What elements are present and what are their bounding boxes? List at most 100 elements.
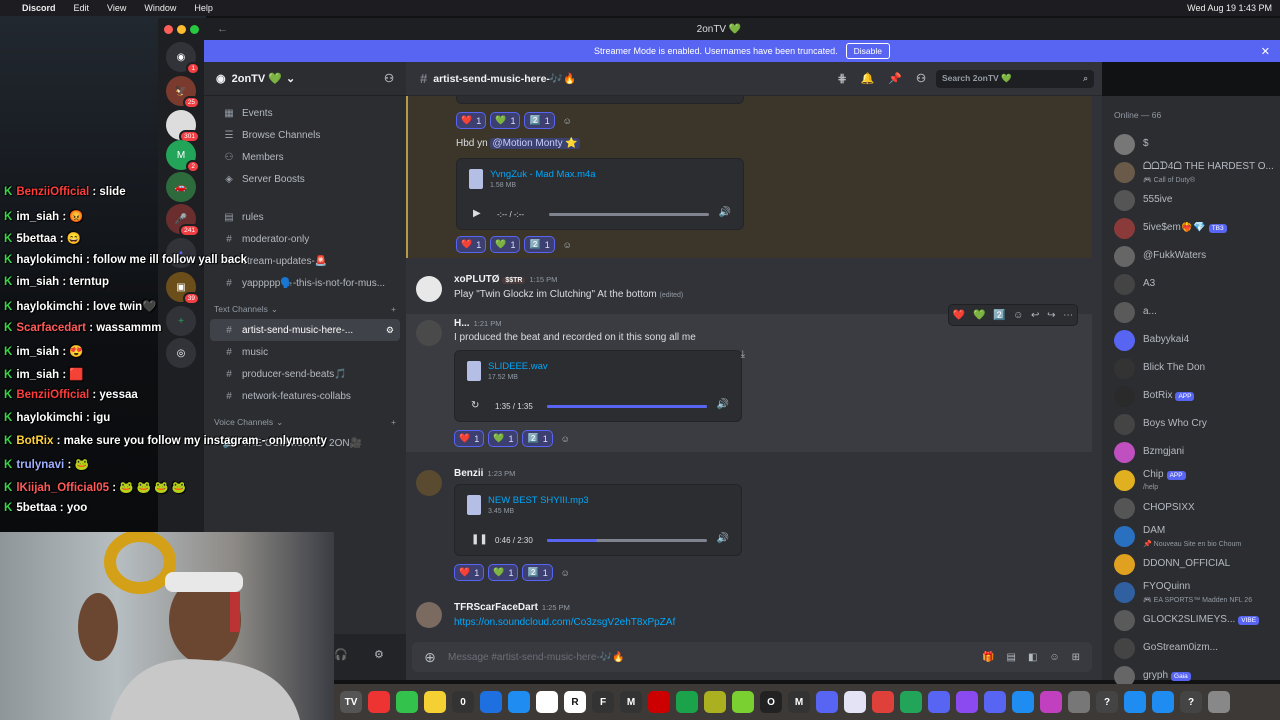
message-input[interactable]: ⊕ Message #artist-send-music-here-🎶🔥 🎁 ▤… xyxy=(412,642,1092,672)
volume-icon[interactable]: 🔊 xyxy=(717,399,729,410)
dock-app-icon[interactable] xyxy=(1012,691,1034,713)
user-mention[interactable]: @Motion Monty ⭐ xyxy=(490,138,580,149)
nav-events[interactable]: ▦ Events xyxy=(210,102,400,124)
play-icon[interactable]: ▶ xyxy=(473,208,481,219)
add-reaction-icon[interactable]: ☺ xyxy=(559,112,576,129)
avatar[interactable] xyxy=(416,602,442,628)
dock-app-icon[interactable] xyxy=(1208,691,1230,713)
dock-app-icon[interactable]: F xyxy=(592,691,614,713)
dock-app-icon[interactable]: M xyxy=(788,691,810,713)
volume-icon[interactable]: 🔊 xyxy=(717,533,729,544)
dock-app-icon[interactable]: R xyxy=(564,691,586,713)
nav-browse-channels[interactable]: ☰ Browse Channels xyxy=(210,124,400,146)
add-reaction-icon[interactable]: ☺ xyxy=(557,564,574,581)
message-author[interactable]: TFRScarFaceDart 1:25 PM xyxy=(454,602,570,613)
message-author[interactable]: Benzii 1:23 PM xyxy=(454,468,515,479)
notification-bell-icon[interactable]: 🔔 xyxy=(861,72,875,85)
dock-app-icon[interactable] xyxy=(984,691,1006,713)
reaction-two[interactable]: 2️⃣ 1 xyxy=(522,430,553,447)
dock-app-icon[interactable] xyxy=(1152,691,1174,713)
more-icon[interactable]: ⋯ xyxy=(1063,310,1073,321)
dock-app-icon[interactable] xyxy=(1068,691,1090,713)
settings-gear-icon[interactable]: ⚙ xyxy=(386,325,394,336)
guild-header[interactable]: ◉ 2onTV 💚 ⌄ ⚇ xyxy=(204,62,406,96)
server-icon[interactable]: 301 xyxy=(166,110,200,143)
gift-icon[interactable]: 🎁 xyxy=(982,652,994,663)
volume-icon[interactable]: 🔊 xyxy=(719,207,731,218)
member-item[interactable]: Blick The Don xyxy=(1102,354,1280,382)
avatar[interactable] xyxy=(416,276,442,302)
pin-icon[interactable]: 📌 xyxy=(888,72,902,85)
menu-help[interactable]: Help xyxy=(194,3,213,13)
progress-track[interactable] xyxy=(549,213,709,216)
avatar[interactable] xyxy=(416,320,442,346)
member-item[interactable]: ᗝᗝᗪ4ᗝ THE HARDEST O... 🎮 Call of Duty® xyxy=(1102,158,1280,186)
menubar-clock[interactable]: Wed Aug 19 1:43 PM xyxy=(1187,3,1272,13)
reaction-green-heart[interactable]: 💚 1 xyxy=(490,236,521,253)
menu-window[interactable]: Window xyxy=(144,3,176,13)
headphones-icon[interactable]: 🎧 xyxy=(334,648,348,661)
dock-app-icon[interactable]: O xyxy=(760,691,782,713)
server-icon[interactable]: M2 xyxy=(166,140,200,173)
threads-icon[interactable]: ⋕ xyxy=(838,72,847,85)
replay-icon[interactable]: ↻ xyxy=(471,400,479,411)
emoji-icon[interactable]: ☺ xyxy=(1049,652,1059,663)
dock-app-icon[interactable] xyxy=(872,691,894,713)
member-item[interactable]: $ xyxy=(1102,130,1280,158)
member-item[interactable]: 555ive xyxy=(1102,186,1280,214)
add-reaction-icon[interactable]: ☺ xyxy=(559,236,576,253)
add-reaction-icon[interactable]: ☺ xyxy=(557,430,574,447)
member-item[interactable]: Babyykai4 xyxy=(1102,326,1280,354)
member-item[interactable]: DDONN_OFFICIAL xyxy=(1102,550,1280,578)
dock-app-icon[interactable]: ? xyxy=(1180,691,1202,713)
apps-icon[interactable]: ⊞ xyxy=(1072,652,1080,663)
nav-members[interactable]: ⚇ Members xyxy=(210,146,400,168)
dock-app-icon[interactable] xyxy=(844,691,866,713)
dock-app-icon[interactable] xyxy=(480,691,502,713)
dock-app-icon[interactable]: 0 xyxy=(452,691,474,713)
member-item[interactable]: BotRix APP xyxy=(1102,382,1280,410)
reaction-heart[interactable]: ❤️ 1 xyxy=(454,564,485,581)
member-item[interactable]: @FukkWaters xyxy=(1102,242,1280,270)
member-item[interactable]: DAM 📌 Nouveau Site en bio Choum xyxy=(1102,522,1280,550)
dock-app-icon[interactable] xyxy=(1040,691,1062,713)
reaction-green-heart[interactable]: 💚 1 xyxy=(488,430,519,447)
two-icon[interactable]: 2️⃣ xyxy=(993,310,1005,321)
pause-icon[interactable]: ❚❚ xyxy=(471,534,488,545)
member-item[interactable]: FYOQuinn 🎮 EA SPORTS™ Madden NFL 26 xyxy=(1102,578,1280,606)
reaction-two[interactable]: 2️⃣ 1 xyxy=(524,236,555,253)
download-icon[interactable]: ⤓ xyxy=(741,349,745,360)
search-input[interactable]: Search 2onTV 💚 ⌕ xyxy=(936,69,1094,88)
file-name-link[interactable]: SLIDEEE.wav xyxy=(488,361,548,372)
green-heart-icon[interactable]: 💚 xyxy=(973,310,985,321)
member-item[interactable]: Chip APP/help xyxy=(1102,466,1280,494)
reaction-green-heart[interactable]: 💚 1 xyxy=(488,564,519,581)
member-item[interactable]: A3 xyxy=(1102,270,1280,298)
reaction-two[interactable]: 2️⃣ 1 xyxy=(524,112,555,129)
dock-app-icon[interactable]: M xyxy=(620,691,642,713)
avatar[interactable] xyxy=(416,470,442,496)
file-name-link[interactable]: YvngZuk - Mad Max.m4a xyxy=(490,169,596,180)
member-item[interactable]: GoStream0izm... xyxy=(1102,634,1280,662)
dock-app-icon[interactable] xyxy=(704,691,726,713)
dock-app-icon[interactable] xyxy=(956,691,978,713)
dock-app-icon[interactable] xyxy=(424,691,446,713)
disable-streamer-mode-button[interactable]: Disable xyxy=(845,43,890,59)
message-author[interactable]: xoPLUTØ $$TR 1:15 PM xyxy=(454,274,557,285)
add-channel-icon[interactable]: + xyxy=(391,304,396,315)
dock-app-icon[interactable] xyxy=(900,691,922,713)
forward-icon[interactable]: ↪ xyxy=(1047,310,1055,321)
dock-app-icon[interactable]: ? xyxy=(1096,691,1118,713)
discord-home-icon[interactable]: ◉ 1 xyxy=(166,42,200,75)
attach-plus-icon[interactable]: ⊕ xyxy=(412,649,448,666)
dock-app-icon[interactable] xyxy=(368,691,390,713)
reaction-heart[interactable]: ❤️ 1 xyxy=(456,112,487,129)
reaction-heart[interactable]: ❤️ 1 xyxy=(456,236,487,253)
member-item[interactable]: Boys Who Cry xyxy=(1102,410,1280,438)
progress-track[interactable] xyxy=(547,539,707,542)
member-item[interactable]: GLOCK2SLIMEYS... VIBE xyxy=(1102,606,1280,634)
progress-track[interactable] xyxy=(547,405,707,408)
dock-app-icon[interactable] xyxy=(508,691,530,713)
sticker-icon[interactable]: ◧ xyxy=(1028,652,1037,663)
dock-app-icon[interactable] xyxy=(396,691,418,713)
